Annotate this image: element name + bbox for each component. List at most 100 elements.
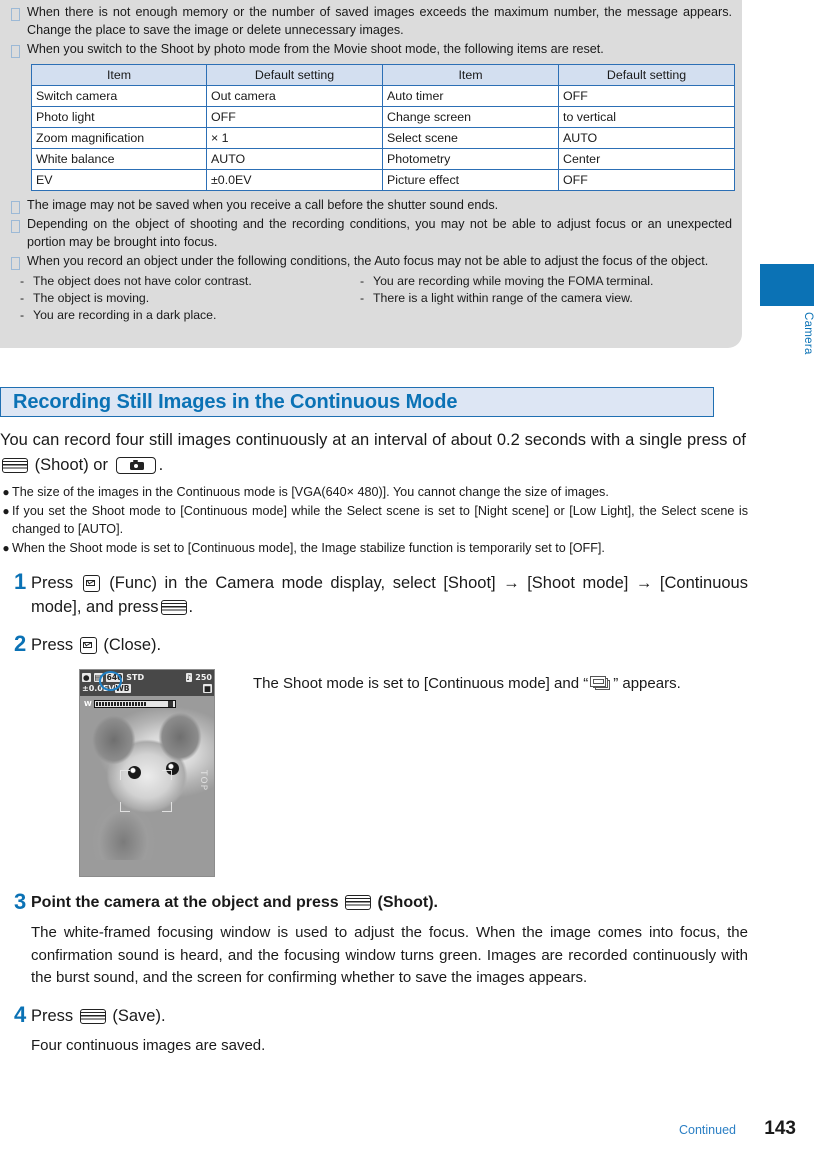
battery-icon: ■ <box>202 684 212 693</box>
table-cell: Picture effect <box>382 168 559 191</box>
step-title: Point the camera at the object and press… <box>31 891 748 915</box>
table-cell: × 1 <box>206 126 383 149</box>
step-number: 3 <box>14 889 27 914</box>
bullet-text: When the Shoot mode is set to [Continuou… <box>12 541 605 555</box>
step-title-part-a: Press <box>31 636 74 654</box>
note-item: When you switch to the Shoot by photo mo… <box>8 41 732 59</box>
shoot-key-icon <box>160 600 187 615</box>
column-header: Item <box>382 63 559 86</box>
bullet-item: ● When the Shoot mode is set to [Continu… <box>0 539 748 557</box>
table-cell: Center <box>558 147 735 170</box>
note-item: The image may not be saved when you rece… <box>8 197 732 215</box>
screenshot-row: TOP ● ▤ 640 STD ♪ 250 ±0.0EV WB ■ W The … <box>31 669 748 877</box>
bullet-item: ● If you set the Shoot mode to [Continuo… <box>0 502 748 538</box>
caption-text-before: The Shoot mode is set to [Continuous mod… <box>253 675 589 692</box>
page-footer: Continued 143 <box>0 1118 814 1140</box>
list-item-label: You are recording in a dark place. <box>33 307 217 322</box>
section-heading: Recording Still Images in the Continuous… <box>0 387 714 417</box>
step-title: Press (Func) in the Camera mode display,… <box>31 571 748 619</box>
step-title-part-a: Point the camera at the object and press <box>31 894 339 911</box>
step-2: 2 Press (Close). TOP ● ▤ 640 STD ♪ 250 ±… <box>0 633 748 877</box>
shoot-key-icon <box>2 458 28 473</box>
table-cell: Photometry <box>382 147 559 170</box>
table-cell: to vertical <box>558 105 735 128</box>
table-cell: Photo light <box>31 105 207 128</box>
zoom-wide-label: W <box>84 699 92 708</box>
dash-marker: - <box>360 273 365 288</box>
list-item-label: There is a light within range of the cam… <box>373 290 633 305</box>
table-row: White balance AUTO Photometry Center <box>31 147 735 170</box>
zoom-bar-track <box>93 699 176 708</box>
dash-marker: - <box>20 273 25 288</box>
step-body: Press (Close). TOP ● ▤ 640 STD ♪ 250 ±0.… <box>31 633 748 877</box>
note-marker-icon <box>11 220 20 233</box>
list-item: - The object is moving. <box>20 290 360 307</box>
note-item: When you record an object under the foll… <box>8 253 732 271</box>
screenshot-caption: The Shoot mode is set to [Continuous mod… <box>215 669 748 877</box>
note-marker-icon <box>11 45 20 58</box>
step-title-part-b: (Func) in the Camera mode display, selec… <box>31 574 748 616</box>
bullet-item: ● The size of the images in the Continuo… <box>0 483 748 501</box>
step-1: 1 Press (Func) in the Camera mode displa… <box>0 571 748 619</box>
bullet-text: The size of the images in the Continuous… <box>12 485 609 499</box>
intro-text-part1: You can record four still images continu… <box>0 431 746 449</box>
column-header: Default setting <box>558 63 735 86</box>
list-item-label: You are recording while moving the FOMA … <box>373 273 654 288</box>
autofocus-conditions-right: - You are recording while moving the FOM… <box>360 273 700 324</box>
shoot-key-icon <box>79 1008 106 1024</box>
bullet-dot-icon: ● <box>2 541 10 555</box>
zoom-bar: W <box>84 699 176 708</box>
focusing-window <box>120 770 172 812</box>
step-title-part-c: . <box>188 598 194 616</box>
note-marker-icon <box>11 8 20 21</box>
chapter-tab-block <box>760 264 814 306</box>
bullet-text: If you set the Shoot mode to [Continuous… <box>12 504 748 536</box>
func-key-icon <box>79 637 97 654</box>
table-cell: Switch camera <box>31 84 207 107</box>
step-title-part-b: (Shoot). <box>377 894 438 911</box>
table-cell: EV <box>31 168 207 191</box>
dash-marker: - <box>20 307 25 322</box>
step-body: Press (Save). Four continuous images are… <box>31 1004 748 1058</box>
intro-bullet-list: ● The size of the images in the Continuo… <box>0 483 748 557</box>
note-text: When you record an object under the foll… <box>27 254 709 268</box>
note-text: When you switch to the Shoot by photo mo… <box>27 42 604 56</box>
table-cell: AUTO <box>558 126 735 149</box>
table-cell: Auto timer <box>382 84 559 107</box>
bullet-dot-icon: ● <box>2 504 10 518</box>
table-row: EV ±0.0EV Picture effect OFF <box>31 168 735 191</box>
step-description: Four continuous images are saved. <box>31 1036 266 1054</box>
table-cell: Change screen <box>382 105 559 128</box>
autofocus-conditions: - The object does not have color contras… <box>8 273 732 324</box>
list-item-label: The object is moving. <box>33 290 150 305</box>
step-description: The white-framed focusing window is used… <box>31 924 748 986</box>
table-row: Zoom magnification × 1 Select scene AUTO <box>31 126 735 149</box>
step-number: 1 <box>14 569 27 594</box>
main-content: You can record four still images continu… <box>0 428 748 1057</box>
step-title-part-b: (Save). <box>112 1006 166 1025</box>
list-item: - The object does not have color contras… <box>20 273 360 290</box>
table-cell: Zoom magnification <box>31 126 207 149</box>
autofocus-conditions-left: - The object does not have color contras… <box>20 273 360 324</box>
note-item: When there is not enough memory or the n… <box>8 4 732 39</box>
defaults-table: Item Default setting Item Default settin… <box>31 63 735 191</box>
step-title: Press (Save). <box>31 1004 748 1028</box>
intro-text-end: . <box>158 456 164 474</box>
step-title: Press (Close). <box>31 633 748 657</box>
step-number: 2 <box>14 631 27 656</box>
step-4: 4 Press (Save). Four continuous images a… <box>0 1001 748 1058</box>
func-key-icon <box>82 575 100 592</box>
defaults-table-wrap: Item Default setting Item Default settin… <box>8 61 735 197</box>
table-cell: OFF <box>558 84 735 107</box>
note-text: Depending on the object of shooting and … <box>27 217 732 249</box>
table-header-row: Item Default setting Item Default settin… <box>31 63 735 86</box>
note-text: When there is not enough memory or the n… <box>27 5 732 37</box>
intro-paragraph: You can record four still images continu… <box>0 428 748 478</box>
mic-icon: ♪ <box>185 672 193 682</box>
step-number: 4 <box>14 1001 27 1027</box>
bullet-dot-icon: ● <box>2 485 10 499</box>
chapter-side-tab: Camera <box>760 264 814 355</box>
continued-label: Continued <box>679 1123 736 1137</box>
chapter-tab-label: Camera <box>802 312 814 355</box>
step-body: Press (Func) in the Camera mode display,… <box>31 571 748 619</box>
